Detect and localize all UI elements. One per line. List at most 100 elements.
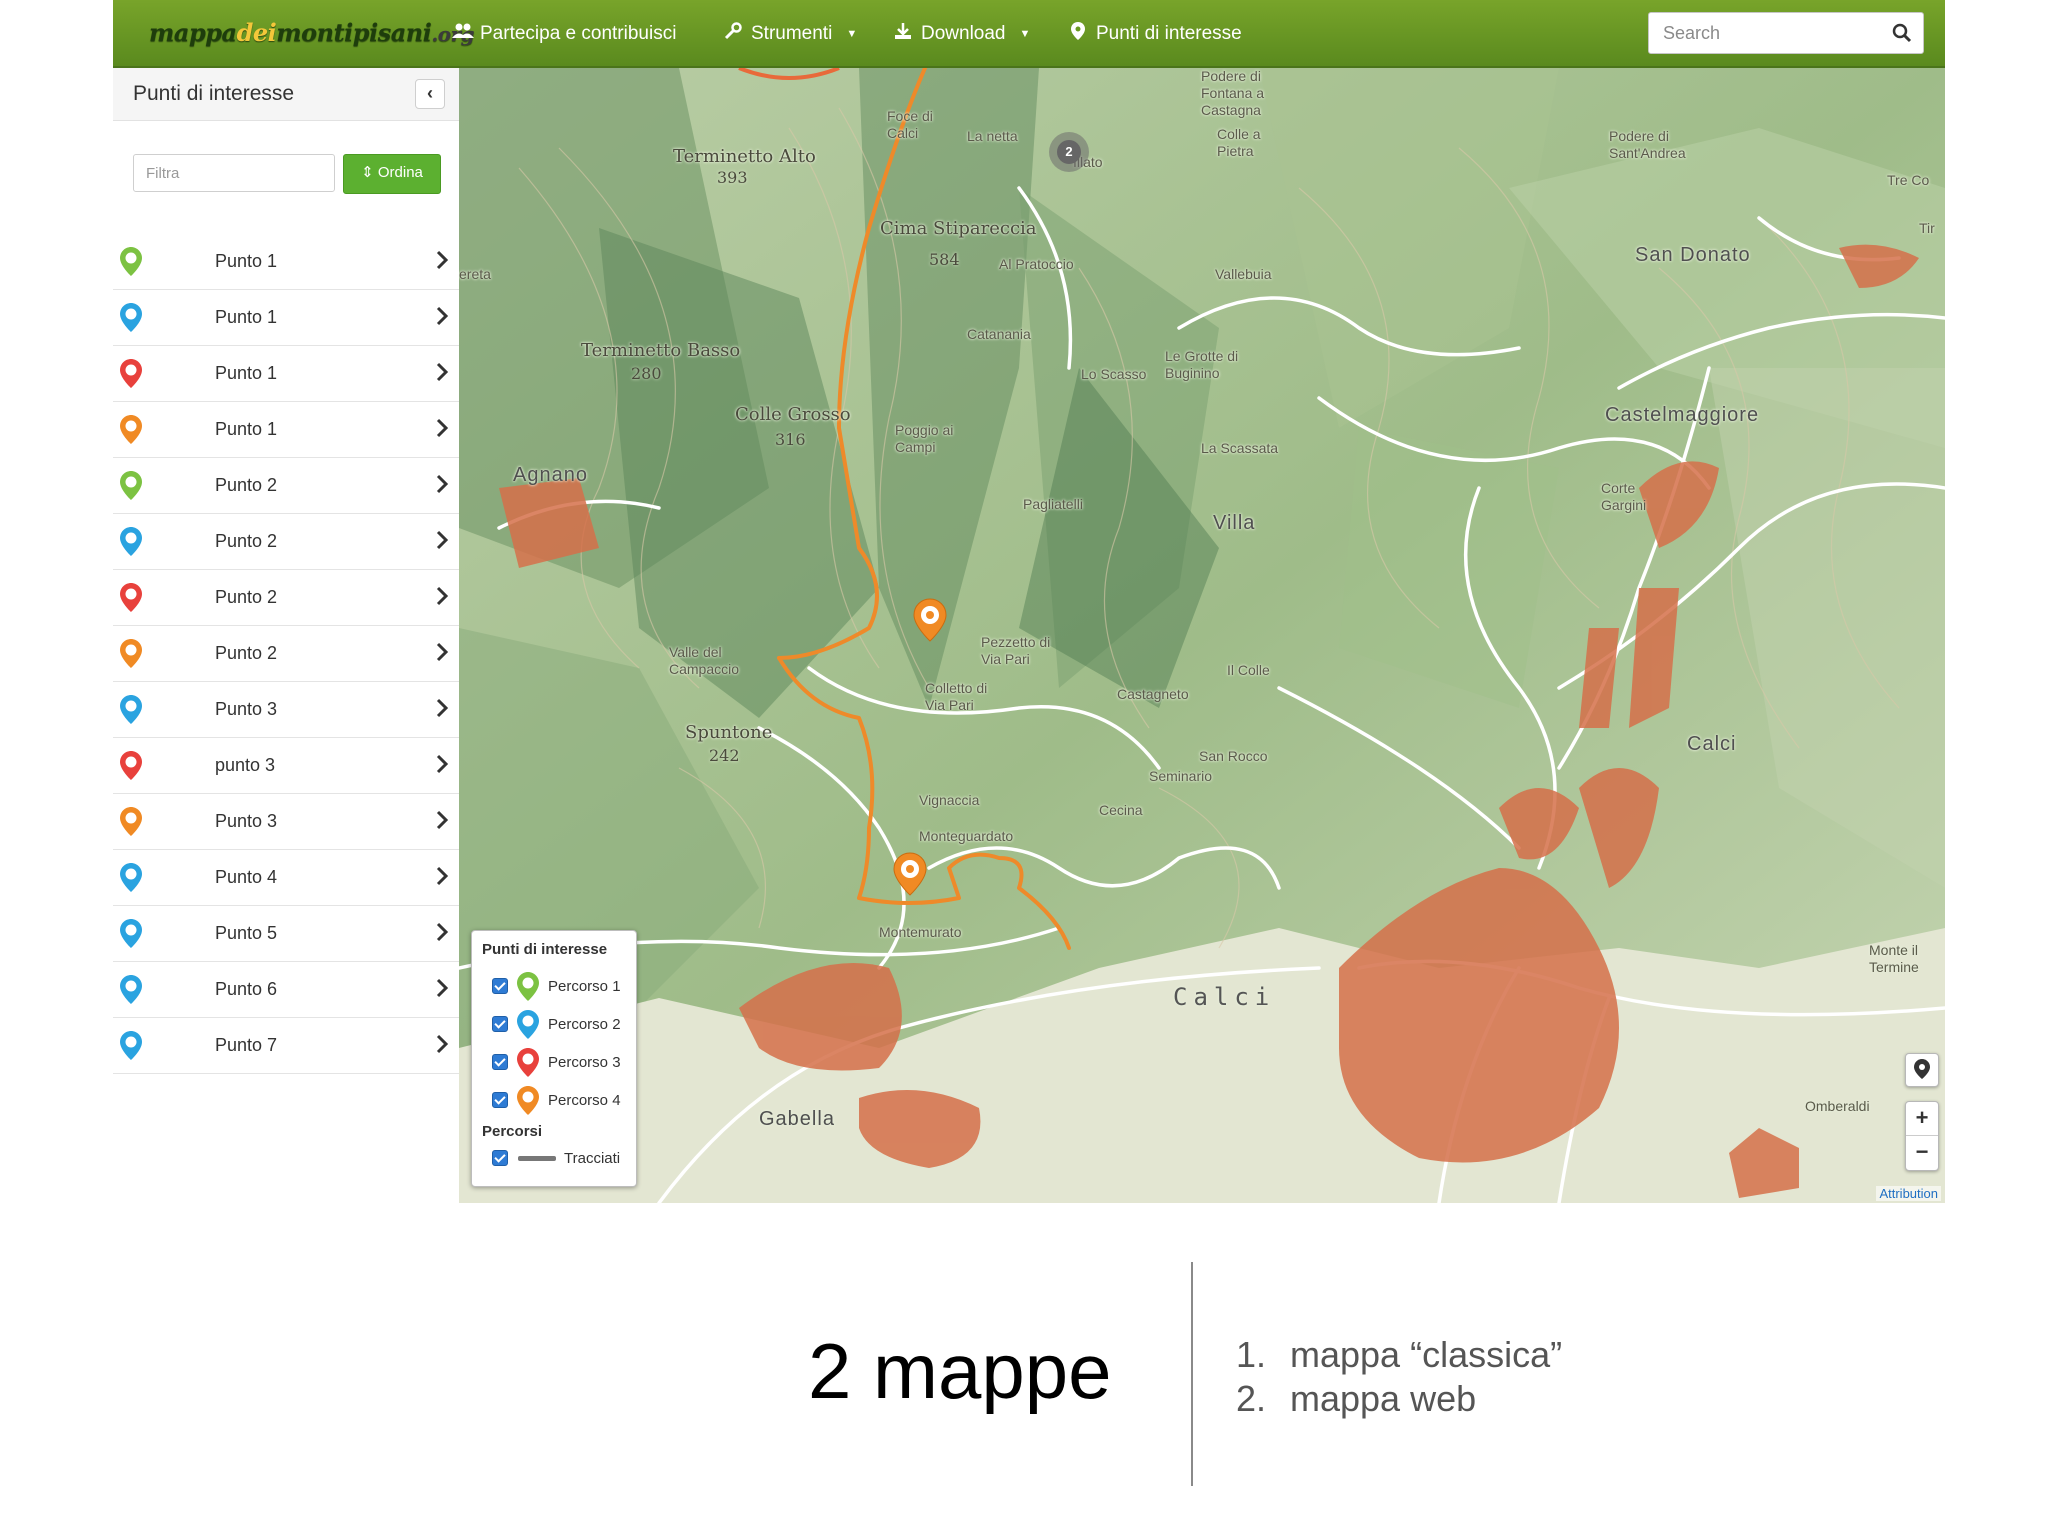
poi-list: Punto 1 Punto 1 Punto 1 Punto 1 Punto 2 Punto… xyxy=(113,234,459,1074)
map-legend: Punti di interesse Percorso 1 Percorso 2 P… xyxy=(471,930,637,1187)
legend-tracks-row[interactable]: Tracciati xyxy=(492,1143,620,1173)
legend-label: Percorso 3 xyxy=(548,1053,621,1071)
place-gabella: Gabella xyxy=(759,1108,835,1130)
poi-label: Punto 3 xyxy=(215,699,278,719)
place-calci-area: Calci xyxy=(1687,733,1737,755)
place-castelmaggiore: Castelmaggiore xyxy=(1605,404,1760,426)
poi-list-item[interactable]: Punto 1 xyxy=(113,402,459,458)
poi-list-item[interactable]: Punto 7 xyxy=(113,1018,459,1074)
list-number: 2. xyxy=(1236,1378,1267,1419)
poi-list-item[interactable]: Punto 6 xyxy=(113,962,459,1018)
collapse-sidebar-button[interactable]: ‹ xyxy=(415,79,445,109)
poi-list-item[interactable]: Punto 4 xyxy=(113,850,459,906)
legend-label: Percorso 1 xyxy=(548,977,621,995)
location-pin-icon xyxy=(1914,1059,1930,1084)
search-icon[interactable] xyxy=(1891,22,1913,44)
map-pin-icon xyxy=(119,358,143,389)
elevation-label: 316 xyxy=(775,430,806,449)
poi-list-item[interactable]: Punto 1 xyxy=(113,290,459,346)
place-la-netta: La netta xyxy=(967,128,1018,144)
poi-label: Punto 1 xyxy=(215,251,278,271)
legend-checkbox[interactable] xyxy=(492,1092,508,1108)
list-text: mappa “classica” xyxy=(1290,1334,1563,1375)
chevron-right-icon xyxy=(435,473,449,495)
elevation-label: 584 xyxy=(929,250,960,269)
place-omberaldi: Omberaldi xyxy=(1805,1098,1870,1114)
poi-list-item[interactable]: Punto 2 xyxy=(113,626,459,682)
place-catanania: Catanania xyxy=(967,326,1031,342)
caret-down-icon: ▼ xyxy=(1019,27,1031,40)
sort-button[interactable]: ⇕ Ordina xyxy=(343,154,441,194)
poi-label: Punto 5 xyxy=(215,923,278,943)
map-view[interactable]: Terminetto Alto 393 Terminetto Basso 280… xyxy=(459,68,1945,1203)
nav-download[interactable]: Download ▼ xyxy=(893,22,1030,45)
place-foce: Foce di Calci xyxy=(887,108,933,141)
poi-list-item[interactable]: Punto 2 xyxy=(113,458,459,514)
poi-list-item[interactable]: Punto 1 xyxy=(113,234,459,290)
place-colle-grosso: Colle Grosso xyxy=(735,404,851,425)
locate-button[interactable] xyxy=(1905,1053,1939,1087)
poi-list-item[interactable]: Punto 3 xyxy=(113,682,459,738)
poi-list-item[interactable]: punto 3 xyxy=(113,738,459,794)
nav-strumenti[interactable]: Strumenti ▼ xyxy=(723,22,857,45)
chevron-right-icon xyxy=(435,305,449,327)
zoom-in-button[interactable]: + xyxy=(1906,1102,1938,1136)
map-pin-icon xyxy=(119,750,143,781)
site-logo[interactable]: mappadeimontipisani.org xyxy=(149,18,475,47)
legend-checkbox[interactable] xyxy=(492,1016,508,1032)
place-montemurato: Montemurato xyxy=(879,924,962,940)
map-pin-icon xyxy=(119,246,143,277)
poi-label: Punto 4 xyxy=(215,867,278,887)
place-calci: Calci xyxy=(1173,983,1276,1011)
legend-checkbox[interactable] xyxy=(492,1054,508,1070)
poi-label: Punto 2 xyxy=(215,531,278,551)
legend-item[interactable]: Percorso 3 xyxy=(492,1047,621,1077)
poi-list-item[interactable]: Punto 1 xyxy=(113,346,459,402)
place-podere-fontana: Podere di Fontana a Castagna xyxy=(1201,68,1265,118)
logo-part: mappa xyxy=(149,18,237,47)
map-pin-icon xyxy=(119,974,143,1005)
filter-input[interactable] xyxy=(133,154,335,192)
legend-item[interactable]: Percorso 4 xyxy=(492,1085,621,1115)
nav-partecipa[interactable]: Partecipa e contribuisci xyxy=(452,22,676,45)
poi-label: Punto 6 xyxy=(215,979,278,999)
poi-list-item[interactable]: Punto 2 xyxy=(113,514,459,570)
zoom-out-button[interactable]: − xyxy=(1906,1136,1938,1170)
place-cima-stipareccia: Cima Stipareccia xyxy=(880,218,1037,239)
tracks-checkbox[interactable] xyxy=(492,1150,508,1166)
marker-cluster[interactable]: 2 xyxy=(1049,132,1089,172)
attribution-link[interactable]: Attribution xyxy=(1876,1186,1941,1201)
map-pin-icon xyxy=(119,918,143,949)
caret-down-icon: ▼ xyxy=(846,27,858,40)
list-text: mappa web xyxy=(1290,1378,1477,1419)
place-spuntone: Spuntone xyxy=(685,722,773,743)
place-terminetto-alto: Terminetto Alto xyxy=(673,146,816,167)
route-marker-icon[interactable] xyxy=(893,852,927,896)
place-monteguardato: Monteguardato xyxy=(919,828,1014,844)
place-cecina: Cecina xyxy=(1099,802,1143,818)
poi-list-item[interactable]: Punto 5 xyxy=(113,906,459,962)
map-pin-icon xyxy=(119,1030,143,1061)
chevron-right-icon xyxy=(435,1033,449,1055)
map-marker-icon xyxy=(1068,22,1088,45)
legend-item[interactable]: Percorso 2 xyxy=(492,1009,621,1039)
search-input[interactable] xyxy=(1649,13,1879,53)
sort-label: Ordina xyxy=(377,164,423,181)
map-pin-icon xyxy=(119,862,143,893)
sidebar-header: Punti di interesse ‹ xyxy=(113,68,459,121)
legend-item[interactable]: Percorso 1 xyxy=(492,971,621,1001)
place-valle-del-campaccio: Valle del Campaccio xyxy=(669,644,740,677)
browser-screenshot: mappadeimontipisani.org Partecipa e cont… xyxy=(113,0,1945,1203)
zoom-control: + − xyxy=(1905,1101,1939,1171)
map-pin-icon xyxy=(516,1009,540,1040)
divider xyxy=(1191,1262,1193,1486)
poi-list-item[interactable]: Punto 2 xyxy=(113,570,459,626)
chevron-right-icon xyxy=(435,697,449,719)
place-villa: Villa xyxy=(1213,512,1256,534)
map-pin-icon xyxy=(119,582,143,613)
nav-punti-interesse[interactable]: Punti di interesse xyxy=(1068,22,1242,45)
legend-checkbox[interactable] xyxy=(492,978,508,994)
poi-list-item[interactable]: Punto 3 xyxy=(113,794,459,850)
place-le-grotte: Le Grotte di Buginino xyxy=(1165,348,1239,381)
route-marker-icon[interactable] xyxy=(913,598,947,642)
